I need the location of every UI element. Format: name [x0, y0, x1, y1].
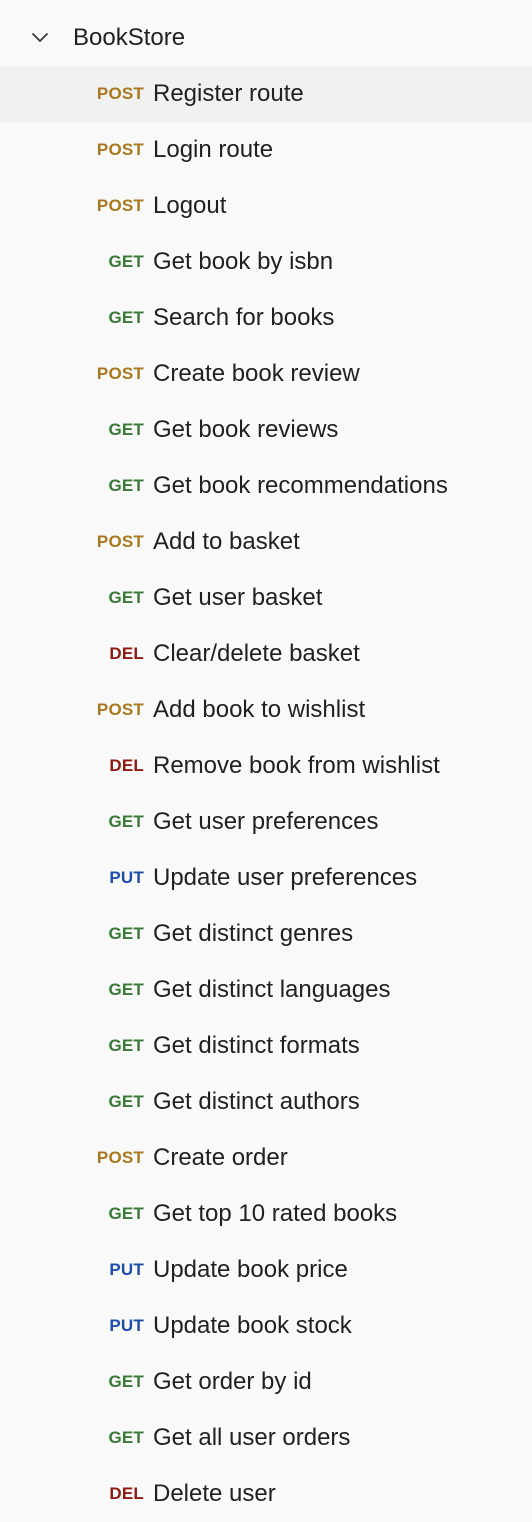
request-name: Update user preferences — [153, 864, 418, 891]
request-name: Logout — [153, 192, 227, 219]
request-name: Register route — [153, 80, 304, 107]
chevron-down-icon[interactable] — [30, 28, 50, 48]
request-item[interactable]: GET Get top 10 rated books — [0, 1186, 532, 1242]
request-item[interactable]: GET Get distinct languages — [0, 962, 532, 1018]
request-name: Remove book from wishlist — [153, 752, 440, 779]
request-name: Get order by id — [153, 1368, 312, 1395]
method-badge-post: POST — [96, 532, 144, 551]
request-name: Update book stock — [153, 1312, 352, 1339]
method-badge-get: GET — [108, 588, 144, 607]
request-name: Create order — [153, 1144, 288, 1171]
request-item[interactable]: GET Get distinct authors — [0, 1074, 532, 1130]
method-badge-get: GET — [108, 1372, 144, 1391]
method-badge-post: POST — [96, 1148, 144, 1167]
method-badge-del: DEL — [109, 644, 144, 663]
method-badge-get: GET — [108, 1036, 144, 1055]
request-item[interactable]: POST Register route — [0, 66, 532, 122]
request-list: POST Register route POST Login route POST Log… — [0, 66, 532, 1522]
request-item[interactable]: POST Logout — [0, 178, 532, 234]
method-badge-post: POST — [96, 196, 144, 215]
request-name: Add book to wishlist — [153, 696, 366, 723]
request-item[interactable]: POST Add to basket — [0, 514, 532, 570]
method-badge-get: GET — [108, 252, 144, 271]
request-name: Add to basket — [153, 528, 300, 555]
request-name: Login route — [153, 136, 274, 163]
request-name: Get distinct languages — [153, 976, 391, 1003]
method-badge-get: GET — [108, 924, 144, 943]
collection-name: BookStore — [73, 24, 186, 51]
request-item[interactable]: POST Create book review — [0, 346, 532, 402]
method-badge-get: GET — [108, 308, 144, 327]
request-name: Update book price — [153, 1256, 348, 1283]
request-item[interactable]: PUT Update user preferences — [0, 850, 532, 906]
method-badge-get: GET — [108, 812, 144, 831]
method-badge-get: GET — [108, 1428, 144, 1447]
request-item[interactable]: GET Get order by id — [0, 1354, 532, 1410]
request-item[interactable]: GET Get book by isbn — [0, 234, 532, 290]
request-name: Get distinct formats — [153, 1032, 360, 1059]
method-badge-post: POST — [96, 140, 144, 159]
request-item[interactable]: DEL Delete user — [0, 1466, 532, 1522]
request-item[interactable]: GET Search for books — [0, 290, 532, 346]
method-badge-del: DEL — [109, 1484, 144, 1503]
request-item[interactable]: GET Get book reviews — [0, 402, 532, 458]
method-badge-get: GET — [108, 1092, 144, 1111]
request-item[interactable]: GET Get distinct formats — [0, 1018, 532, 1074]
request-item[interactable]: POST Add book to wishlist — [0, 682, 532, 738]
request-item[interactable]: GET Get all user orders — [0, 1410, 532, 1466]
request-item[interactable]: POST Login route — [0, 122, 532, 178]
method-badge-post: POST — [96, 364, 144, 383]
method-badge-get: GET — [108, 476, 144, 495]
request-name: Get top 10 rated books — [153, 1200, 398, 1227]
request-name: Get book reviews — [153, 416, 339, 443]
request-item[interactable]: POST Create order — [0, 1130, 532, 1186]
request-item[interactable]: DEL Remove book from wishlist — [0, 738, 532, 794]
request-name: Get book by isbn — [153, 248, 334, 275]
request-name: Get book recommendations — [153, 472, 448, 499]
request-name: Get all user orders — [153, 1424, 351, 1451]
method-badge-put: PUT — [109, 1260, 144, 1279]
collection-header[interactable]: BookStore — [0, 0, 532, 66]
method-badge-get: GET — [108, 1204, 144, 1223]
request-name: Create book review — [153, 360, 360, 387]
request-item[interactable]: PUT Update book stock — [0, 1298, 532, 1354]
method-badge-del: DEL — [109, 756, 144, 775]
method-badge-post: POST — [96, 700, 144, 719]
request-name: Get user basket — [153, 584, 323, 611]
request-item[interactable]: DEL Clear/delete basket — [0, 626, 532, 682]
request-item[interactable]: GET Get distinct genres — [0, 906, 532, 962]
request-name: Clear/delete basket — [153, 640, 360, 667]
request-name: Get distinct genres — [153, 920, 354, 947]
method-badge-put: PUT — [109, 868, 144, 887]
request-name: Search for books — [153, 304, 335, 331]
request-item[interactable]: GET Get user preferences — [0, 794, 532, 850]
method-badge-post: POST — [96, 84, 144, 103]
request-name: Delete user — [153, 1480, 276, 1507]
request-name: Get distinct authors — [153, 1088, 360, 1115]
method-badge-put: PUT — [109, 1316, 144, 1335]
method-badge-get: GET — [108, 420, 144, 439]
request-item[interactable]: GET Get book recommendations — [0, 458, 532, 514]
request-item[interactable]: GET Get user basket — [0, 570, 532, 626]
method-badge-get: GET — [108, 980, 144, 999]
request-item[interactable]: PUT Update book price — [0, 1242, 532, 1298]
request-name: Get user preferences — [153, 808, 379, 835]
